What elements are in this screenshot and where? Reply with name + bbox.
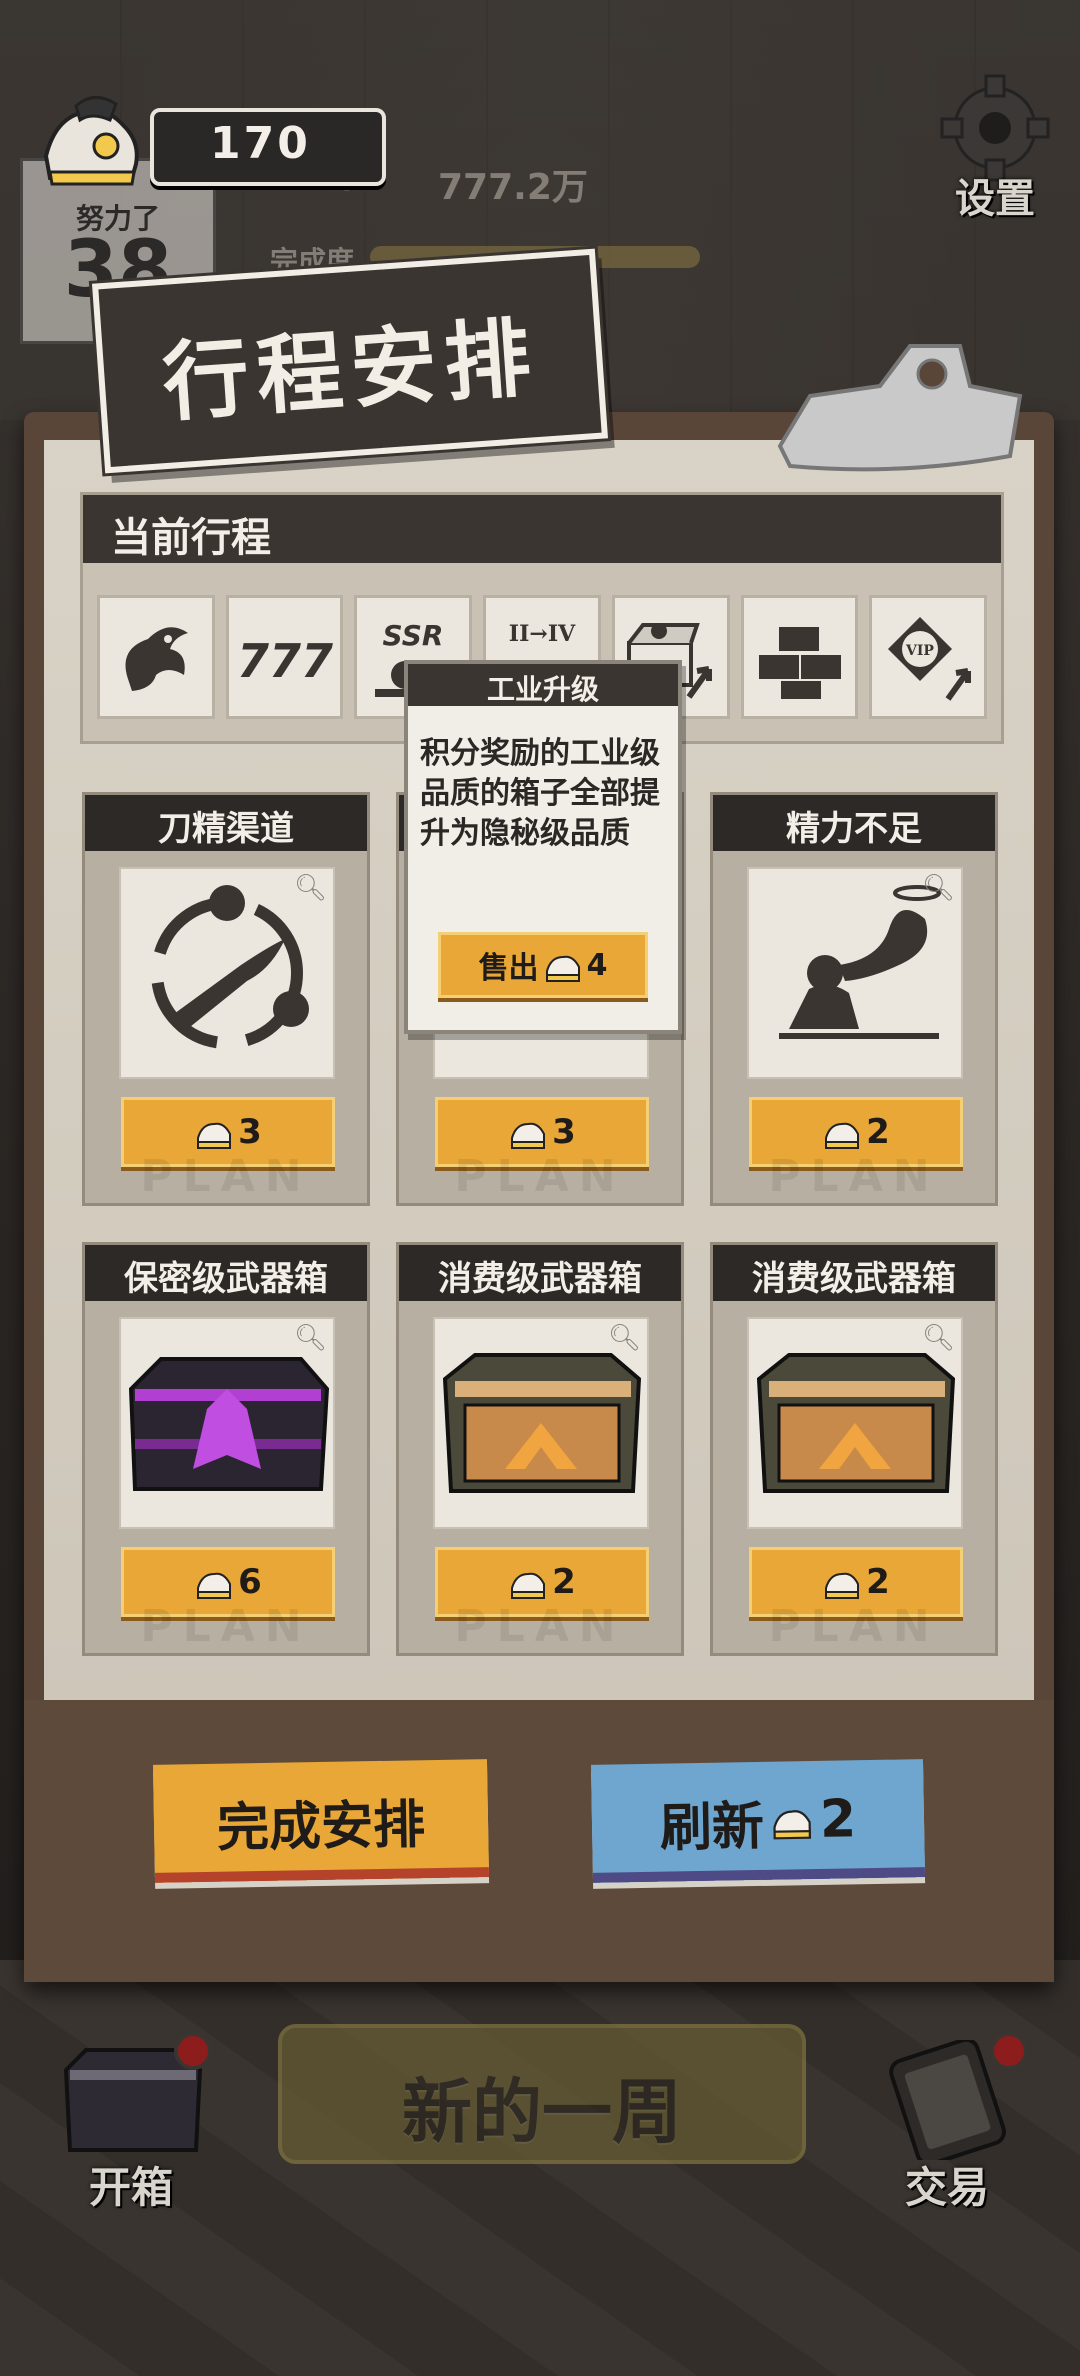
schedule-item-777[interactable]: 777 — [225, 595, 344, 719]
svg-text:777: 777 — [237, 634, 333, 688]
shoe-coin-icon — [511, 1122, 546, 1149]
schedule-item-vip[interactable]: VIP — [869, 595, 988, 719]
title-banner: 行程安排 — [91, 248, 609, 474]
shoe-coin-icon — [825, 1572, 860, 1599]
shoe-coin-icon — [545, 955, 580, 982]
refresh-button[interactable]: 刷新 2 — [590, 1759, 926, 1883]
shoe-coin-icon — [197, 1122, 232, 1149]
shoe-coin-icon — [197, 1572, 232, 1599]
coin-counter: 170 — [150, 108, 386, 186]
mascot-shoe-icon — [36, 86, 146, 190]
schedule-card[interactable]: 精力不足 🔍︎ 2 PLAN — [710, 792, 998, 1206]
bg-cash-amount: 777.2万 — [438, 167, 588, 208]
card-watermark: PLAN — [140, 1151, 312, 1202]
card-art: 🔍︎ — [747, 1317, 963, 1529]
open-box-button[interactable]: 开箱 — [56, 2032, 212, 2212]
dragon-icon — [125, 627, 188, 691]
triple-seven-icon: 777 — [237, 634, 333, 688]
item-tooltip: 工业升级 积分奖励的工业级品质的箱子全部提升为隐秘级品质 售出 4 — [404, 660, 682, 1034]
complete-label: 完成安排 — [216, 1794, 426, 1859]
card-title: 刀精渠道 — [158, 809, 294, 849]
magnifier-icon[interactable]: 🔍︎ — [922, 1323, 955, 1353]
notification-dot — [990, 2032, 1028, 2070]
schedule-item-crates[interactable] — [740, 595, 859, 719]
tier-text: II→IV — [509, 621, 576, 647]
card-title: 精力不足 — [786, 809, 922, 849]
card-title: 消费级武器箱 — [438, 1259, 642, 1299]
sell-price: 4 — [586, 947, 608, 983]
schedule-card[interactable]: 消费级武器箱 🔍︎ 2 PLAN — [710, 1242, 998, 1656]
current-schedule-title: 当前行程 — [111, 515, 271, 561]
tooltip-title: 工业升级 — [486, 673, 599, 706]
price-value: 3 — [238, 1112, 262, 1152]
card-art: 🔍︎ — [433, 1317, 649, 1529]
settings-button[interactable]: 设置 — [936, 74, 1054, 222]
card-header: 精力不足 — [713, 795, 995, 851]
current-schedule-header: 当前行程 — [83, 495, 1001, 563]
sell-label: 售出 — [478, 951, 539, 986]
notification-dot — [174, 2032, 212, 2070]
magnifier-icon[interactable]: 🔍︎ — [294, 1323, 327, 1353]
card-header: 保密级武器箱 — [85, 1245, 367, 1301]
card-watermark: PLAN — [140, 1601, 312, 1652]
new-week-label: 新的一周 — [402, 2071, 682, 2153]
card-title: 消费级武器箱 — [752, 1259, 956, 1299]
card-watermark: PLAN — [454, 1601, 626, 1652]
complete-schedule-button[interactable]: 完成安排 — [152, 1759, 490, 1883]
open-box-label: 开箱 — [88, 2163, 173, 2212]
schedule-card[interactable]: 保密级武器箱 🔍︎ 6 PLAN — [82, 1242, 370, 1656]
schedule-card[interactable]: 消费级武器箱 🔍︎ 2 PLAN — [396, 1242, 684, 1656]
card-header: 消费级武器箱 — [713, 1245, 995, 1301]
shoe-coin-icon — [825, 1122, 860, 1149]
tooltip-description: 积分奖励的工业级品质的箱子全部提升为隐秘级品质 — [420, 736, 660, 851]
price-value: 2 — [866, 1112, 890, 1152]
price-value: 3 — [552, 1112, 576, 1152]
trade-label: 交易 — [904, 2163, 989, 2212]
trade-button[interactable]: 交易 — [872, 2032, 1028, 2212]
coin-count: 170 — [210, 118, 311, 169]
new-week-button[interactable]: 新的一周 — [278, 2024, 806, 2164]
card-header: 刀精渠道 — [85, 795, 367, 851]
card-art: 🔍︎ — [119, 867, 335, 1079]
vip-upgrade-icon: VIP — [888, 617, 972, 701]
page-title: 行程安排 — [159, 307, 542, 434]
price-value: 2 — [866, 1562, 890, 1602]
card-art: 🔍︎ — [119, 1317, 335, 1529]
settings-label: 设置 — [955, 176, 1035, 222]
shoe-coin-icon — [773, 1810, 811, 1840]
magnifier-icon[interactable]: 🔍︎ — [294, 873, 327, 903]
refresh-cost: 2 — [819, 1789, 857, 1850]
magnifier-icon[interactable]: 🔍︎ — [608, 1323, 641, 1353]
schedule-item-dragon[interactable] — [97, 595, 215, 719]
refresh-label: 刷新 — [659, 1796, 765, 1859]
card-watermark: PLAN — [768, 1151, 940, 1202]
clipboard-clip-icon — [770, 336, 1030, 486]
card-art: 🔍︎ — [747, 867, 963, 1079]
ssr-text: SSR — [383, 619, 444, 652]
crates-icon — [759, 627, 842, 699]
magnifier-icon[interactable]: 🔍︎ — [922, 873, 955, 903]
shoe-coin-icon — [511, 1572, 546, 1599]
schedule-card[interactable]: 刀精渠道 🔍︎ 3 PLAN — [82, 792, 370, 1206]
tooltip-header: 工业升级 — [408, 664, 678, 706]
card-watermark: PLAN — [768, 1601, 940, 1652]
card-watermark: PLAN — [454, 1151, 626, 1202]
card-header: 消费级武器箱 — [399, 1245, 681, 1301]
price-value: 6 — [238, 1562, 262, 1602]
vip-text: VIP — [905, 643, 934, 659]
sell-button[interactable]: 售出 4 — [438, 932, 648, 998]
card-title: 保密级武器箱 — [124, 1259, 328, 1299]
price-value: 2 — [552, 1562, 576, 1602]
